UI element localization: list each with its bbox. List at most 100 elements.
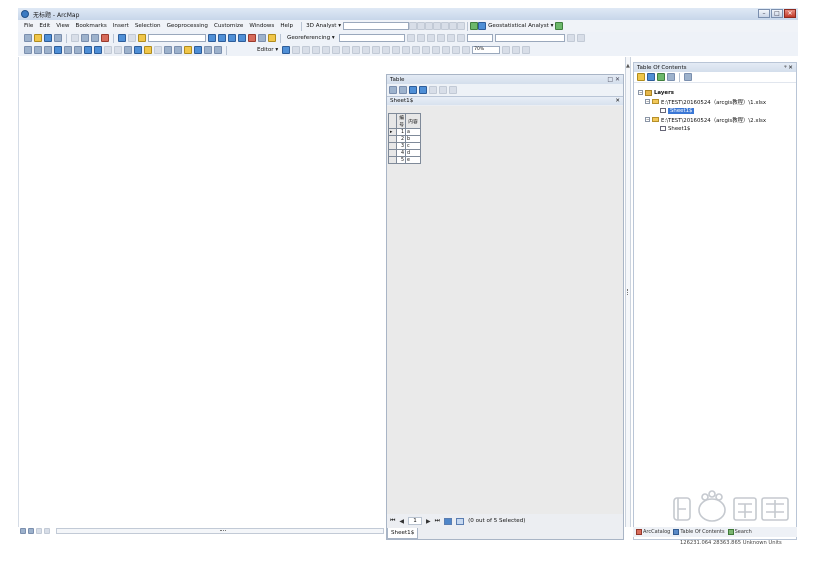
tab-arccatalog[interactable]: ArcCatalog [636,529,670,535]
menu-geoprocessing[interactable]: Geoprocessing [167,23,208,29]
tree-source-2[interactable]: − E:\TEST\20160524（arcgis教程）\2.xlsx [638,115,766,124]
arctoolbox-icon[interactable] [248,34,256,42]
edit-annotation-icon[interactable] [292,46,301,54]
toc-titlebar[interactable]: Table Of Contents ᵠ ✕ [634,63,796,72]
identify-icon[interactable] [134,46,142,54]
select-by-attributes-icon[interactable] [409,86,417,94]
layout-tool-icon[interactable] [502,46,511,54]
paste-icon[interactable] [91,34,99,42]
diamond-icon[interactable] [555,22,564,30]
copy-icon[interactable] [81,34,89,42]
list-by-source-icon[interactable] [647,73,655,81]
catalog-window-icon[interactable] [228,34,236,42]
minimize-button[interactable]: – [758,9,770,18]
last-record-icon[interactable]: ⏭ [435,517,440,525]
end-point-arc-icon[interactable] [312,46,321,54]
menu-view[interactable]: View [56,23,69,29]
redo-icon[interactable] [128,34,136,42]
menu-help[interactable]: Help [280,23,293,29]
geostat-icon[interactable] [478,22,487,30]
forward-extent-icon[interactable] [94,46,102,54]
cell-content[interactable]: b [405,135,421,143]
menu-selection[interactable]: Selection [135,23,161,29]
cell-content[interactable]: e [405,156,421,164]
pause-drawing-icon[interactable] [44,528,50,534]
column-header-content[interactable]: 内容 [405,113,421,129]
menu-customize[interactable]: Customize [214,23,243,29]
rotate-icon[interactable] [382,46,391,54]
table-window-titlebar[interactable]: Table □ ✕ [387,75,623,84]
hyperlink-icon[interactable] [144,46,152,54]
georef-tool-icon[interactable] [416,34,425,42]
map-scale-combo[interactable] [148,34,206,42]
menu-edit[interactable]: Edit [39,23,50,29]
3d-tool-icon[interactable] [457,22,466,30]
menu-file[interactable]: File [24,23,33,29]
row-selector[interactable] [388,142,397,150]
collapse-icon[interactable]: − [645,99,650,104]
georef-tool-icon[interactable] [446,34,455,42]
pan-icon[interactable] [44,46,52,54]
fixed-zoom-out-icon[interactable] [74,46,82,54]
search-window-icon[interactable] [238,34,246,42]
layout-zoom-combo[interactable]: 70% [472,46,501,54]
tree-table-2[interactable]: Sheet1$ [638,124,766,133]
3d-analyst-menu[interactable]: 3D Analyst ▾ [306,23,341,29]
open-folder-icon[interactable] [34,34,42,42]
table-options-icon[interactable] [389,86,397,94]
scroll-up-icon[interactable]: ▲ [626,63,630,69]
georef-field-combo[interactable] [466,34,493,42]
create-viewer-icon[interactable] [214,46,222,54]
3d-tool-icon[interactable] [425,22,434,30]
georef-tool-icon[interactable] [456,34,465,42]
panel-splitter[interactable]: ▲ [625,57,631,527]
georeferencing-menu[interactable]: Georeferencing ▾ [287,35,335,41]
data-view-icon[interactable] [20,528,26,534]
layout-tool-icon[interactable] [452,46,461,54]
go-to-xy-icon[interactable] [194,46,202,54]
cell-content[interactable]: d [405,149,421,157]
cut-polygons-icon[interactable] [362,46,371,54]
clear-selection-icon[interactable] [114,46,122,54]
row-selector[interactable] [388,156,397,164]
select-elements-icon[interactable] [124,46,132,54]
editor-toolbar-icon[interactable] [208,34,216,42]
row-selector[interactable] [388,135,397,143]
back-extent-icon[interactable] [84,46,92,54]
edit-vertices-icon[interactable] [342,46,351,54]
cell-id[interactable]: 3 [396,142,406,150]
sheet-tab[interactable]: Sheet1$ [387,528,419,539]
geostatistical-analyst-menu[interactable]: Geostatistical Analyst ▾ [488,23,553,29]
tree-source-1[interactable]: − E:\TEST\20160524（arcgis教程）\1.xlsx [638,97,766,106]
3d-tool-icon[interactable] [449,22,458,30]
reshape-icon[interactable] [352,46,361,54]
georef-tool-icon[interactable] [406,34,415,42]
cut-icon[interactable] [71,34,79,42]
menu-insert[interactable]: Insert [113,23,129,29]
splitter-grip-icon[interactable] [627,289,629,295]
zoom-to-selected-icon[interactable] [439,86,447,94]
close-button[interactable]: ✕ [784,9,796,18]
clear-selection-icon[interactable] [429,86,437,94]
show-selected-records-button[interactable] [456,517,465,525]
next-record-icon[interactable]: ▶ [426,518,431,525]
toc-pin-close-icon[interactable]: ᵠ ✕ [784,65,793,71]
georef-layer-combo[interactable] [338,34,405,42]
refresh-icon[interactable] [36,528,42,534]
cell-id[interactable]: 2 [396,135,406,143]
find-route-icon[interactable] [184,46,192,54]
sketch-properties-icon[interactable] [402,46,411,54]
table-window-controls[interactable]: □ ✕ [607,76,620,83]
split-icon[interactable] [372,46,381,54]
3d-tool-icon[interactable] [409,22,418,30]
cell-content[interactable]: a [405,128,421,136]
georef-tool-icon[interactable] [436,34,445,42]
previous-record-icon[interactable]: ◀ [399,518,404,525]
layout-tool-icon[interactable] [512,46,521,54]
table-row[interactable]: 5 e [388,156,421,164]
select-features-icon[interactable] [104,46,112,54]
row-selector-header[interactable] [388,113,397,129]
switch-selection-icon[interactable] [419,86,427,94]
straight-segment-icon[interactable] [302,46,311,54]
show-all-records-button[interactable] [444,517,453,525]
